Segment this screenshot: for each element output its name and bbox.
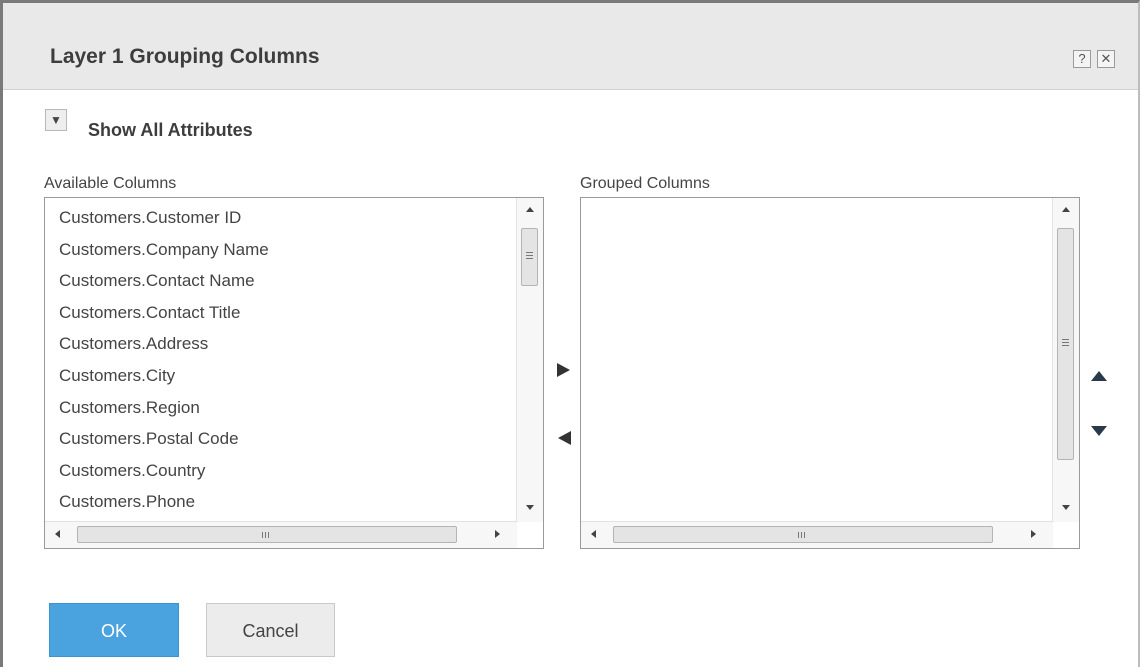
available-columns-label: Available Columns (44, 175, 177, 192)
dialog: Layer 1 Grouping Columns ? ✕ ▼ Show All … (0, 0, 1140, 667)
grouped-vertical-scroll-thumb[interactable] (1057, 228, 1074, 460)
grouped-horizontal-scrollbar[interactable] (581, 521, 1053, 548)
grouped-horizontal-scroll-thumb[interactable] (613, 526, 993, 543)
scroll-left-icon[interactable] (591, 530, 596, 538)
scroll-right-icon[interactable] (1031, 530, 1036, 538)
available-vertical-scroll-thumb[interactable] (521, 228, 538, 286)
list-item[interactable]: Customers.Contact Name (59, 265, 513, 297)
list-item[interactable]: Customers.Company Name (59, 234, 513, 266)
list-item[interactable]: Customers.Contact Title (59, 297, 513, 329)
dialog-titlebar: Layer 1 Grouping Columns ? ✕ (3, 3, 1138, 90)
close-button[interactable]: ✕ (1097, 50, 1115, 68)
dialog-title: Layer 1 Grouping Columns (50, 45, 320, 68)
list-item[interactable]: Customers.Phone (59, 486, 513, 518)
available-horizontal-scroll-thumb[interactable] (77, 526, 457, 543)
grouped-vertical-scrollbar[interactable] (1052, 198, 1079, 522)
move-right-icon[interactable] (557, 363, 570, 377)
list-item[interactable]: Customers.Customer ID (59, 202, 513, 234)
list-item[interactable]: Customers.Postal Code (59, 423, 513, 455)
list-item[interactable]: Customers.Region (59, 392, 513, 424)
move-left-icon[interactable] (558, 431, 571, 445)
ok-button[interactable]: OK (49, 603, 179, 657)
move-down-icon[interactable] (1091, 426, 1107, 436)
scroll-up-icon[interactable] (1062, 207, 1070, 212)
list-item[interactable]: Customers.Address (59, 328, 513, 360)
help-button[interactable]: ? (1073, 50, 1091, 68)
scroll-down-icon[interactable] (1062, 505, 1070, 510)
list-item[interactable]: Customers.Country (59, 455, 513, 487)
scroll-left-icon[interactable] (55, 530, 60, 538)
move-up-icon[interactable] (1091, 371, 1107, 381)
available-items: Customers.Customer ID Customers.Company N… (59, 202, 513, 518)
grouped-columns-label: Grouped Columns (580, 175, 710, 192)
grouped-columns-list[interactable] (580, 197, 1080, 549)
scroll-up-icon[interactable] (526, 207, 534, 212)
cancel-button[interactable]: Cancel (206, 603, 335, 657)
available-vertical-scrollbar[interactable] (516, 198, 543, 522)
scroll-down-icon[interactable] (526, 505, 534, 510)
list-item[interactable]: Customers.City (59, 360, 513, 392)
scroll-right-icon[interactable] (495, 530, 500, 538)
show-attributes-toggle-icon[interactable]: ▼ (45, 109, 67, 131)
available-columns-list[interactable]: Customers.Customer ID Customers.Company N… (44, 197, 544, 549)
show-attributes-label[interactable]: Show All Attributes (88, 120, 253, 141)
available-horizontal-scrollbar[interactable] (45, 521, 517, 548)
